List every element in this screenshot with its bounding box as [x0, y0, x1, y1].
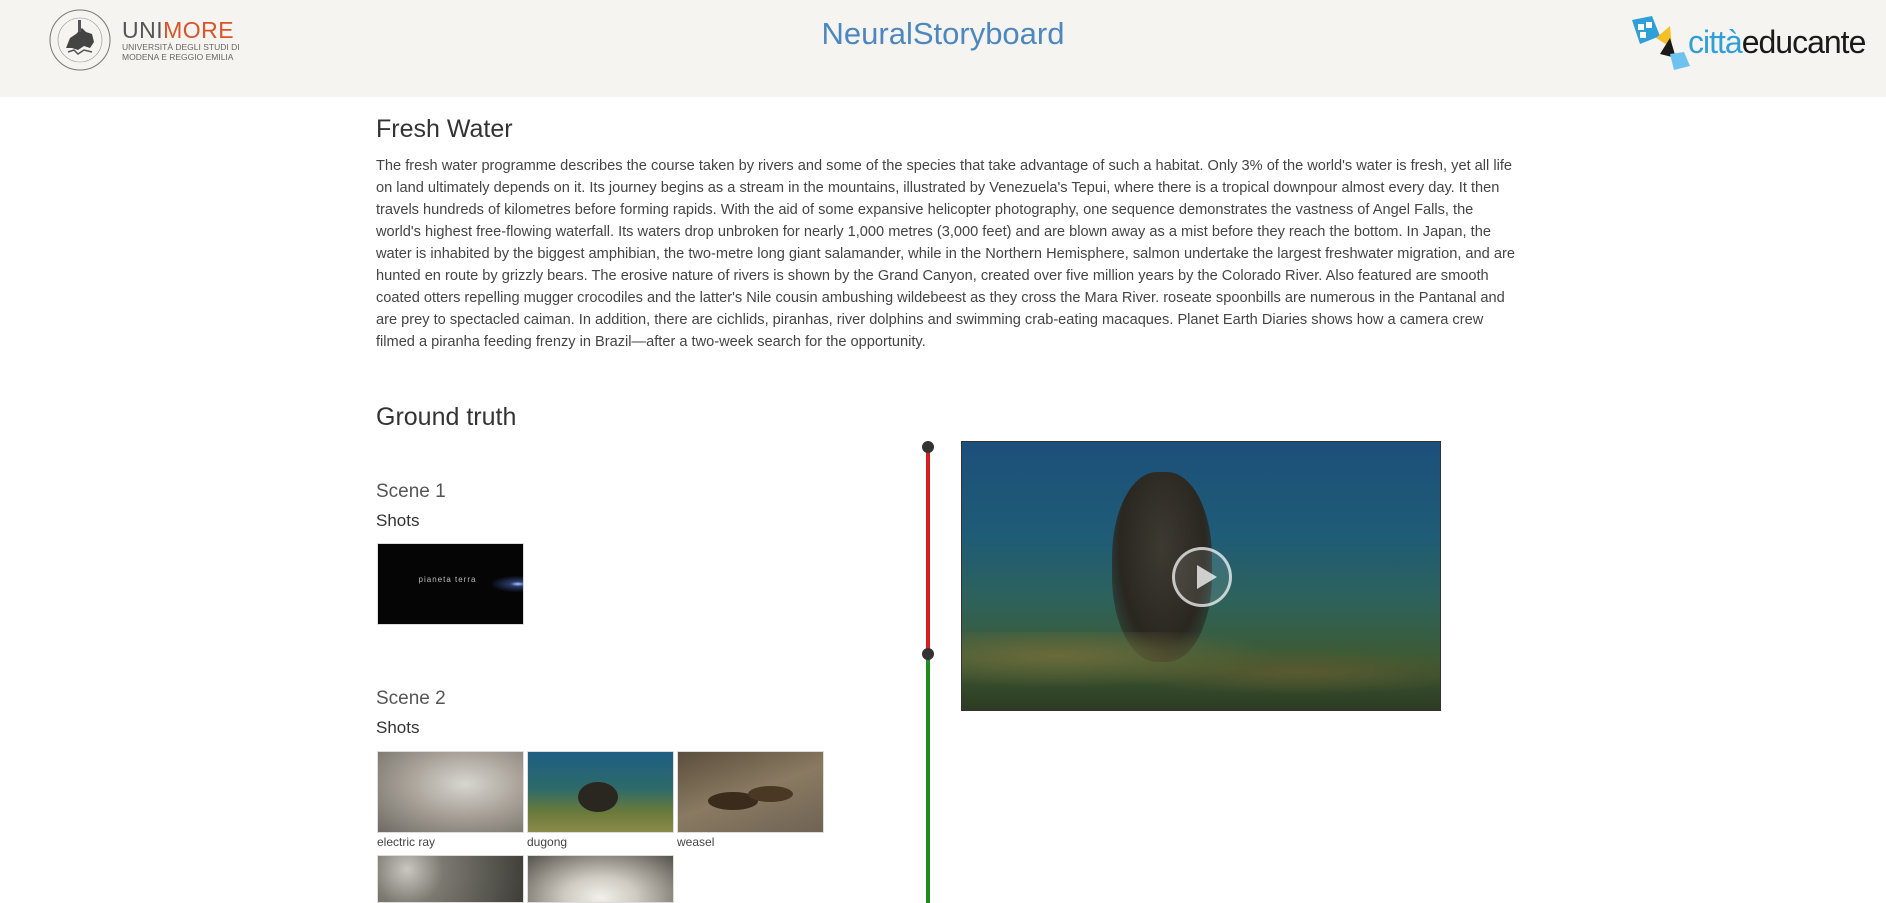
shot-image[interactable] — [527, 751, 674, 833]
shot-image[interactable]: pianeta terra — [377, 543, 524, 625]
shot-thumbnail[interactable]: weasel — [677, 751, 825, 849]
shot-image[interactable] — [377, 751, 524, 833]
shot-image[interactable] — [677, 751, 824, 833]
shot-image[interactable] — [527, 855, 674, 903]
video-description: The fresh water programme describes the … — [376, 158, 1515, 350]
shot-thumbnail[interactable]: dugong — [527, 751, 675, 849]
timeline-marker-scene-2[interactable] — [922, 648, 934, 660]
scene-1-shots-label: Shots — [376, 511, 420, 530]
shot-label: electric ray — [377, 835, 436, 849]
scene-1-title: Scene 1 — [376, 481, 446, 502]
shot-title-card-text: pianeta terra — [418, 575, 477, 584]
shot-image[interactable] — [377, 855, 524, 903]
scene-2-timeline-segment[interactable] — [926, 654, 930, 903]
ground-truth-title: Ground truth — [376, 403, 517, 431]
scene-1-timeline-segment[interactable] — [926, 447, 930, 654]
scene-2-title: Scene 2 — [376, 688, 446, 709]
app-title: NeuralStoryboard — [821, 16, 1065, 51]
play-icon[interactable] — [1172, 547, 1232, 607]
shot-label: weasel — [677, 835, 715, 849]
shot-thumbnail[interactable] — [377, 855, 525, 903]
timeline-marker-start[interactable] — [922, 441, 934, 453]
unimore-subtitle-2: MODENA E REGGIO EMILIA — [122, 52, 234, 62]
video-title: Fresh Water — [376, 115, 513, 143]
video-player[interactable] — [961, 441, 1441, 711]
shot-label: dugong — [527, 835, 568, 849]
shot-thumbnail[interactable]: pianeta terra — [377, 543, 525, 625]
shot-thumbnail[interactable] — [527, 855, 675, 903]
shot-thumbnail[interactable]: electric ray — [377, 751, 525, 849]
citta-educante-wordmark: cittàeducante — [1688, 24, 1866, 60]
citta-educante-logo[interactable]: cittàeducante — [1630, 14, 1866, 70]
header: UNIMORE UNIVERSITÀ DEGLI STUDI DI MODENA… — [0, 0, 1886, 97]
scene-2-shots-label: Shots — [376, 718, 420, 737]
